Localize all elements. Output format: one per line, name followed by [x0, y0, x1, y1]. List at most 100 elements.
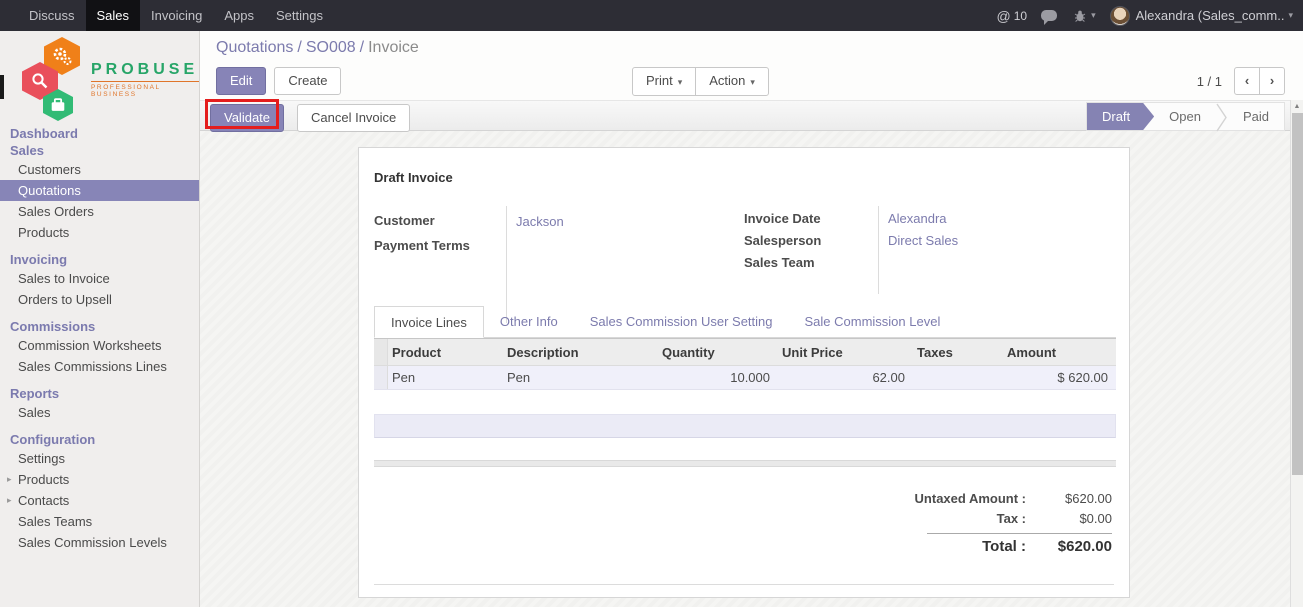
action-button[interactable]: Action▾: [695, 67, 769, 96]
status-pipeline: Draft Open Paid: [1086, 102, 1285, 131]
sidebar-header-dashboard: Dashboard: [0, 125, 199, 142]
invoice-form-card: Draft Invoice Customer Payment Terms Jac…: [358, 147, 1130, 598]
vertical-scrollbar[interactable]: ▲: [1290, 100, 1303, 607]
col-unit-price[interactable]: Unit Price: [778, 339, 913, 365]
tab-other-info[interactable]: Other Info: [484, 306, 574, 337]
statusbar-buttons: Validate Cancel Invoice: [210, 104, 410, 132]
sidebar-header-commissions: Commissions: [0, 318, 199, 335]
user-avatar[interactable]: [1110, 6, 1130, 26]
right-field-values: Alexandra Direct Sales: [888, 208, 958, 252]
create-button[interactable]: Create: [274, 67, 341, 95]
col-description[interactable]: Description: [503, 339, 658, 365]
notebook-tabs: Invoice Lines Other Info Sales Commissio…: [374, 306, 1116, 338]
tab-sale-commission-level[interactable]: Sale Commission Level: [789, 306, 957, 337]
tab-sales-commission-user-setting[interactable]: Sales Commission User Setting: [574, 306, 789, 337]
menu-discuss[interactable]: Discuss: [18, 0, 86, 31]
sidebar-header-invoicing: Invoicing: [0, 251, 199, 268]
sidebar-item-reports-sales[interactable]: Sales: [0, 402, 199, 423]
sales-team-label: Sales Team: [744, 252, 876, 274]
sidebar-item-sales-teams[interactable]: Sales Teams: [0, 511, 199, 532]
untaxed-amount-value: $620.00: [1042, 489, 1112, 509]
scrollbar-thumb[interactable]: [1292, 113, 1303, 475]
logo-name: PROBUSE: [91, 61, 199, 79]
status-draft[interactable]: Draft: [1087, 103, 1154, 130]
cancel-invoice-button[interactable]: Cancel Invoice: [297, 104, 410, 132]
top-navbar: Discuss Sales Invoicing Apps Settings @ …: [0, 0, 1303, 31]
menu-settings[interactable]: Settings: [265, 0, 334, 31]
untaxed-amount-row: Untaxed Amount : $620.00: [872, 489, 1112, 509]
sidebar-item-customers[interactable]: Customers: [0, 159, 199, 180]
tab-invoice-lines[interactable]: Invoice Lines: [374, 306, 484, 338]
cell-amount: $ 620.00: [1003, 366, 1116, 389]
totals-block: Untaxed Amount : $620.00 Tax : $0.00 Tot…: [872, 489, 1112, 557]
messages-icon[interactable]: [1041, 10, 1057, 21]
breadcrumb-quotations[interactable]: Quotations: [216, 39, 293, 56]
col-taxes[interactable]: Taxes: [913, 339, 1003, 365]
panel-handle[interactable]: [0, 75, 4, 99]
action-label: Action: [709, 73, 745, 88]
sidebar-item-sales-orders[interactable]: Sales Orders: [0, 201, 199, 222]
sidebar-item-label: Products: [18, 472, 69, 487]
col-product[interactable]: Product: [388, 339, 503, 365]
sidebar-item-commission-worksheets[interactable]: Commission Worksheets: [0, 335, 199, 356]
sidebar-item-settings[interactable]: Settings: [0, 448, 199, 469]
salesperson-label: Salesperson: [744, 230, 876, 252]
col-amount[interactable]: Amount: [1003, 339, 1116, 365]
sidebar-item-sales-commissions-lines[interactable]: Sales Commissions Lines: [0, 356, 199, 377]
menu-apps[interactable]: Apps: [213, 0, 265, 31]
pager-count: 1 / 1: [1197, 74, 1222, 89]
chevron-down-icon: ▾: [1288, 10, 1293, 21]
sidebar-item-quotations[interactable]: Quotations: [0, 180, 199, 201]
app-window: Discuss Sales Invoicing Apps Settings @ …: [0, 0, 1303, 607]
sidebar-item-orders-to-upsell[interactable]: Orders to Upsell: [0, 289, 199, 310]
top-menu-list: Discuss Sales Invoicing Apps Settings: [0, 0, 334, 31]
print-button[interactable]: Print▾: [632, 67, 696, 96]
scroll-up-arrow-icon[interactable]: ▲: [1291, 100, 1303, 113]
breadcrumb: Quotations/SO008/Invoice: [216, 39, 419, 57]
breadcrumb-separator: /: [293, 39, 305, 56]
record-buttons: Edit Create: [216, 67, 341, 95]
sidebar-item-sales-commission-levels[interactable]: Sales Commission Levels: [0, 532, 199, 553]
debug-menu[interactable]: ▾: [1073, 9, 1096, 23]
logo-text: PROBUSE PROFESSIONAL BUSINESS: [84, 61, 199, 98]
validate-button[interactable]: Validate: [210, 104, 284, 132]
probuse-logo: PROBUSE PROFESSIONAL BUSINESS: [0, 31, 199, 123]
topbar-right: @ 10 ▾ Alexandra (Sales_comm.. ▾: [997, 0, 1303, 31]
sales-team-value-link[interactable]: Direct Sales: [888, 230, 958, 252]
salesperson-value-link[interactable]: Alexandra: [888, 208, 958, 230]
row-handle[interactable]: [374, 366, 388, 389]
chevron-down-icon: ▾: [1091, 10, 1096, 21]
invoice-lines-table: Product Description Quantity Unit Price …: [374, 338, 1116, 390]
user-menu[interactable]: Alexandra (Sales_comm..: [1136, 8, 1285, 23]
empty-section-bar: [374, 414, 1116, 438]
menu-invoicing[interactable]: Invoicing: [140, 0, 213, 31]
cell-taxes: [913, 366, 1003, 389]
sidebar-item-config-contacts[interactable]: ▸Contacts: [0, 490, 199, 511]
bug-icon: [1073, 9, 1087, 23]
status-paid[interactable]: Paid: [1228, 103, 1284, 130]
pager-next-button[interactable]: ›: [1259, 67, 1285, 95]
table-row[interactable]: Pen Pen 10.000 62.00 $ 620.00: [374, 366, 1116, 390]
mention-count-badge[interactable]: 10: [1014, 9, 1027, 23]
breadcrumb-so008[interactable]: SO008: [306, 39, 356, 56]
sidebar-item-config-products[interactable]: ▸Products: [0, 469, 199, 490]
sidebar-item-products[interactable]: Products: [0, 222, 199, 243]
sidebar-item-sales-to-invoice[interactable]: Sales to Invoice: [0, 268, 199, 289]
cell-product: Pen: [388, 366, 503, 389]
menu-sales[interactable]: Sales: [86, 0, 141, 31]
sidebar-menu: Dashboard Sales Customers Quotations Sal…: [0, 123, 199, 553]
chevron-separator-icon: [1216, 103, 1228, 132]
card-bottom-divider: [374, 584, 1114, 585]
action-buttons: Print▾ Action▾: [632, 67, 769, 96]
status-open[interactable]: Open: [1154, 103, 1216, 130]
customer-value-link[interactable]: Jackson: [516, 214, 564, 229]
form-statusbar: Validate Cancel Invoice Draft Open Paid: [200, 100, 1290, 131]
invoice-title: Draft Invoice: [374, 170, 453, 185]
col-quantity[interactable]: Quantity: [658, 339, 778, 365]
pager-previous-button[interactable]: ‹: [1234, 67, 1260, 95]
mention-icon[interactable]: @: [997, 8, 1011, 24]
total-label: Total :: [872, 537, 1042, 557]
edit-button[interactable]: Edit: [216, 67, 266, 95]
field-separator: [878, 206, 879, 294]
payment-terms-label: Payment Terms: [374, 233, 504, 258]
